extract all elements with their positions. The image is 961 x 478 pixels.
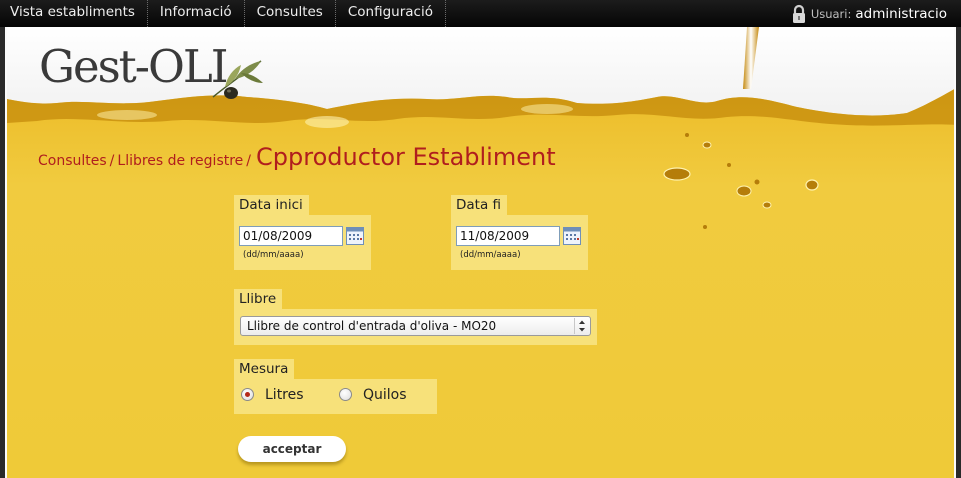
end-date-group: (dd/mm/aaaa) xyxy=(451,215,588,270)
start-date-group: (dd/mm/aaaa) xyxy=(234,215,371,270)
app-logo: Gest-OLI xyxy=(39,40,229,93)
top-navigation-bar: Vista establiments Informació Consultes … xyxy=(0,0,961,27)
main-menu: Vista establiments Informació Consultes … xyxy=(0,0,446,27)
breadcrumb-consultes[interactable]: Consultes xyxy=(38,153,107,169)
start-date-input[interactable] xyxy=(239,226,343,246)
book-select-value: Llibre de control d'entrada d'oliva - MO… xyxy=(247,319,497,333)
radio-quilos-label[interactable]: Quilos xyxy=(363,387,407,403)
menu-item-consultes[interactable]: Consultes xyxy=(245,0,336,27)
end-date-format-hint: (dd/mm/aaaa) xyxy=(460,250,521,260)
start-date-format-hint: (dd/mm/aaaa) xyxy=(243,250,304,260)
book-label: Llibre xyxy=(234,289,283,309)
calendar-icon[interactable] xyxy=(563,227,581,245)
breadcrumb: Consultes / Llibres de registre / Cpprod… xyxy=(38,143,556,171)
end-date-label: Data fi xyxy=(451,195,508,215)
select-arrows-icon xyxy=(574,318,588,334)
olive-icon xyxy=(212,60,263,99)
end-date-input[interactable] xyxy=(456,226,560,246)
main-panel: Gest-OLI Consultes / Llibres de registre… xyxy=(5,27,956,478)
breadcrumb-separator: / xyxy=(246,153,252,169)
menu-item-vista-establiments[interactable]: Vista establiments xyxy=(0,0,148,27)
user-name[interactable]: administracio xyxy=(855,6,947,22)
menu-item-informacio[interactable]: Informació xyxy=(148,0,245,27)
calendar-icon[interactable] xyxy=(346,227,364,245)
page-title: Cpproductor Establiment xyxy=(256,143,556,171)
radio-quilos[interactable] xyxy=(339,388,352,401)
user-info: Usuari: administracio xyxy=(791,0,947,27)
lock-icon xyxy=(791,4,807,24)
user-label: Usuari: xyxy=(810,6,852,21)
breadcrumb-separator: / xyxy=(109,153,115,169)
radio-litres[interactable] xyxy=(241,388,254,401)
radio-litres-label[interactable]: Litres xyxy=(265,387,304,403)
start-date-label: Data inici xyxy=(234,195,309,215)
breadcrumb-llibres-de-registre[interactable]: Llibres de registre xyxy=(117,153,243,169)
book-select[interactable]: Llibre de control d'entrada d'oliva - MO… xyxy=(240,316,591,336)
accept-button[interactable]: acceptar xyxy=(238,436,346,462)
menu-item-configuracio[interactable]: Configuració xyxy=(336,0,446,27)
measure-label: Mesura xyxy=(234,359,295,379)
